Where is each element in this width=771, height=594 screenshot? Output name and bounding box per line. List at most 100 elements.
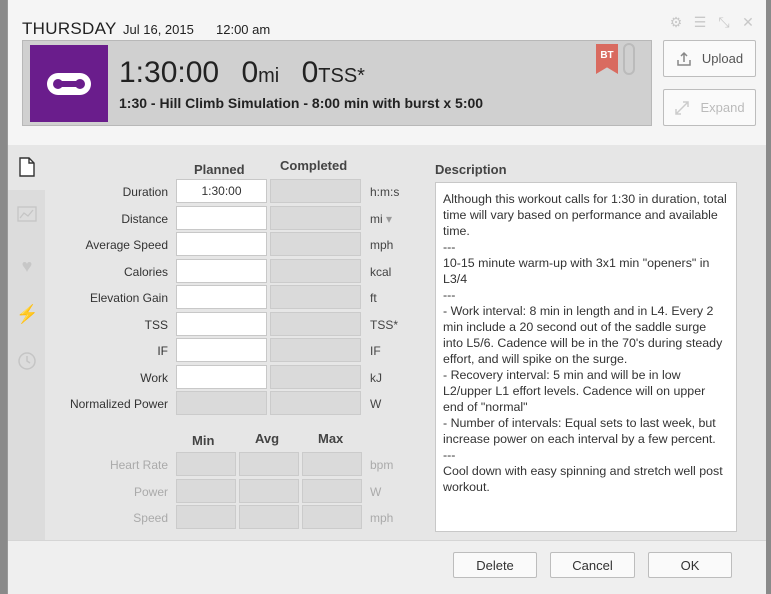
upload-label: Upload — [701, 51, 744, 66]
row-label: Work — [140, 370, 168, 385]
row-unit-text: h:m:s — [370, 185, 400, 199]
summary-distance-unit: mi — [258, 65, 280, 87]
planned-column-header: Planned — [194, 162, 245, 177]
row-unit-text: W — [370, 397, 382, 411]
min-column-header: Min — [192, 433, 215, 448]
planned-input[interactable] — [176, 205, 267, 230]
row-label: Distance — [121, 211, 168, 226]
row-unit: kJ — [370, 371, 382, 385]
completed-column-header: Completed — [280, 158, 348, 173]
gear-icon[interactable]: ⚙ — [668, 14, 684, 30]
delete-button[interactable]: Delete — [453, 552, 537, 578]
planned-input[interactable] — [176, 364, 267, 389]
completed-input — [270, 232, 361, 256]
window-controls: ⚙ ☰ ⤡ ✕ — [668, 14, 756, 30]
row-unit: kcal — [370, 265, 391, 279]
planned-input[interactable] — [176, 338, 267, 362]
completed-input — [270, 179, 361, 203]
summary-duration: 1:30:00 — [119, 56, 220, 89]
upload-button[interactable]: Upload — [663, 40, 756, 77]
upload-icon — [677, 51, 691, 66]
max-input — [302, 452, 362, 476]
workout-details: ♥ ⚡ Planned Completed Duration 1:30:00 h:m… — [8, 145, 766, 540]
ok-button[interactable]: OK — [648, 552, 732, 578]
row-unit-text: mph — [370, 238, 394, 252]
avg-input — [239, 452, 299, 476]
max-column-header: Max — [318, 431, 344, 446]
bike-sport-icon[interactable] — [30, 45, 108, 122]
summary-tab-document-icon[interactable] — [8, 145, 45, 190]
expand-label: Expand — [700, 100, 745, 115]
row-unit: h:m:s — [370, 185, 399, 199]
workout-header: THURSDAY Jul 16, 2015 12:00 am ⚙ ☰ ⤡ ✕ 1… — [8, 0, 766, 145]
workout-modal: THURSDAY Jul 16, 2015 12:00 am ⚙ ☰ ⤡ ✕ 1… — [7, 0, 766, 594]
chevron-down-icon[interactable]: ▾ — [383, 212, 392, 226]
avg-column-header: Avg — [255, 431, 280, 446]
completed-input — [270, 205, 361, 230]
row-unit-text: TSS* — [370, 317, 399, 332]
row-label: Average Speed — [85, 238, 168, 252]
row-unit: TSS* — [370, 318, 398, 332]
row-unit: W — [370, 397, 381, 411]
detail-tabs: ♥ ⚡ — [8, 145, 45, 540]
row-label: Normalized Power — [69, 397, 168, 411]
planned-input[interactable]: 1:30:00 — [176, 179, 267, 203]
completed-input — [270, 258, 361, 283]
expand-button[interactable]: Expand — [663, 89, 756, 126]
row-unit: ft — [370, 291, 377, 305]
workout-summary: 1:30:00 0mi 0TSS* 1:30 - Hill Climb Simu… — [22, 40, 652, 126]
range-row-label: Heart Rate — [109, 458, 168, 472]
max-input — [302, 505, 362, 529]
row-unit: mph — [370, 238, 393, 252]
collapse-icon[interactable]: ⤡ — [716, 14, 732, 30]
planned-input[interactable] — [176, 285, 267, 309]
range-row-unit: bpm — [370, 458, 394, 472]
cancel-button[interactable]: Cancel — [550, 552, 635, 578]
avg-input — [239, 505, 299, 529]
bt-badge: BT — [596, 44, 618, 74]
planned-input[interactable] — [176, 232, 267, 256]
planned-input[interactable] — [176, 311, 267, 336]
row-unit[interactable]: mi ▾ — [370, 212, 392, 226]
completed-input — [270, 338, 361, 362]
row-unit-text: mi — [370, 211, 383, 226]
row-label: Duration — [122, 185, 168, 199]
completed-input — [270, 285, 361, 309]
max-input — [302, 478, 362, 503]
row-unit-text: IF — [370, 344, 381, 358]
row-label: IF — [157, 344, 168, 358]
workout-day: THURSDAY — [22, 19, 117, 38]
range-row-unit: W — [370, 484, 382, 499]
range-row-label: Power — [133, 484, 168, 499]
row-unit-text: kcal — [370, 264, 392, 279]
min-input — [176, 452, 236, 476]
close-icon[interactable]: ✕ — [740, 14, 756, 30]
row-label: Elevation Gain — [89, 291, 168, 305]
planned-input — [176, 391, 267, 415]
summary-tss-unit: TSS* — [318, 65, 365, 87]
row-unit: IF — [370, 344, 381, 358]
workout-time[interactable]: 12:00 am — [216, 22, 270, 37]
summary-distance: 0 — [241, 56, 259, 89]
modal-footer: Delete Cancel OK — [8, 540, 766, 594]
range-row-unit: mph — [370, 511, 394, 525]
paperclip-icon[interactable] — [623, 43, 635, 75]
menu-icon[interactable]: ☰ — [692, 14, 708, 30]
workout-date[interactable]: Jul 16, 2015 — [123, 22, 194, 37]
description-header: Description — [435, 162, 507, 177]
completed-input — [270, 364, 361, 389]
row-label: TSS — [144, 317, 168, 332]
min-input — [176, 478, 236, 503]
avg-input — [239, 478, 299, 503]
row-label: Calories — [123, 264, 168, 279]
chain-link-icon — [47, 72, 91, 95]
min-input — [176, 505, 236, 529]
planned-input[interactable] — [176, 258, 267, 283]
workout-title[interactable]: 1:30 - Hill Climb Simulation - 8:00 min … — [119, 95, 483, 111]
completed-input — [270, 311, 361, 336]
completed-input — [270, 391, 361, 415]
row-unit-text: kJ — [370, 370, 382, 385]
range-row-label: Speed — [133, 511, 168, 525]
description-textarea[interactable]: Although this workout calls for 1:30 in … — [435, 182, 737, 532]
summary-tss: 0 — [301, 56, 319, 89]
